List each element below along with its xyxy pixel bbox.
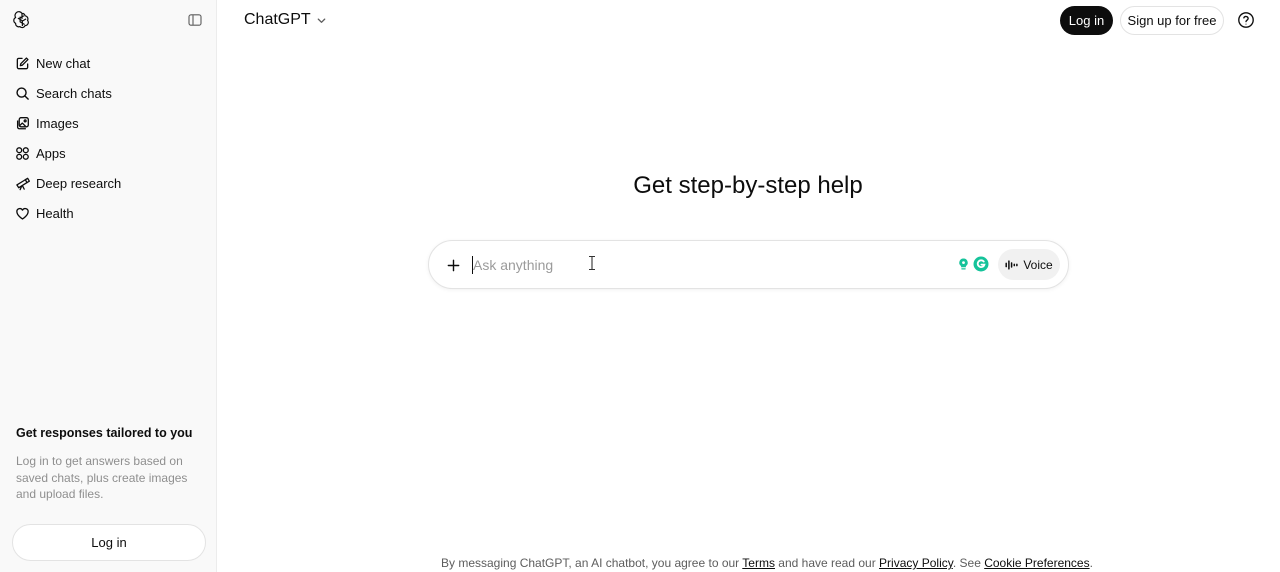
help-icon[interactable]: [1235, 9, 1257, 31]
sidebar-item-label: Search chats: [36, 85, 112, 101]
voice-button[interactable]: Voice: [998, 249, 1060, 280]
sidebar-item-label: Apps: [36, 145, 66, 161]
promo-title: Get responses tailored to you: [16, 426, 193, 440]
sidebar-toggle-icon[interactable]: [185, 10, 205, 30]
composer: Voice: [428, 240, 1069, 289]
ask-input[interactable]: [473, 254, 943, 276]
footer-text: .: [1089, 556, 1093, 570]
sidebar-item-label: New chat: [36, 55, 91, 71]
sidebar-item-deep-research[interactable]: Deep research: [8, 168, 208, 198]
sidebar-item-apps[interactable]: Apps: [8, 138, 208, 168]
voice-waveform-icon: [1005, 259, 1018, 271]
cookie-preferences-link[interactable]: Cookie Preferences: [984, 556, 1089, 570]
page-title: Get step-by-step help: [633, 172, 863, 199]
sidebar-item-new-chat[interactable]: New chat: [8, 48, 208, 78]
telescope-icon: [14, 175, 30, 191]
footer-text: By messaging ChatGPT, an AI chatbot, you…: [441, 556, 743, 570]
login-promo: Get responses tailored to you Log in to …: [16, 424, 201, 503]
privacy-policy-link[interactable]: Privacy Policy: [879, 556, 953, 570]
model-label: ChatGPT: [244, 11, 311, 28]
apps-grid-icon: [14, 145, 30, 161]
chevron-down-icon: [316, 15, 327, 26]
footer-text: and have read our: [774, 556, 880, 570]
extension-icons: [957, 256, 989, 277]
model-selector[interactable]: ChatGPT: [244, 9, 327, 31]
sidebar-item-label: Images: [36, 115, 79, 131]
legal-footer: By messaging ChatGPT, an AI chatbot, you…: [441, 556, 1093, 570]
mouse-ibeam-icon: [587, 255, 597, 271]
sidebar-item-search-chats[interactable]: Search chats: [8, 78, 208, 108]
openai-logo-icon[interactable]: [12, 10, 32, 30]
pencil-square-icon: [14, 55, 30, 71]
sidebar-item-label: Health: [36, 205, 74, 221]
plus-icon[interactable]: [441, 253, 465, 277]
voice-label: Voice: [1023, 257, 1053, 272]
sidebar-login-button[interactable]: Log in: [12, 524, 206, 561]
lightbulb-extension-icon[interactable]: [957, 257, 970, 277]
signup-button[interactable]: Sign up for free: [1120, 6, 1224, 35]
promo-text: Log in to get answers based on saved cha…: [16, 454, 188, 501]
header-login-button[interactable]: Log in: [1060, 6, 1113, 35]
footer-text: . See: [952, 556, 985, 570]
search-icon: [14, 85, 30, 101]
sidebar-nav: New chat Search chats Images Apps Deep r…: [8, 48, 208, 228]
sidebar-item-label: Deep research: [36, 175, 122, 191]
terms-link[interactable]: Terms: [742, 556, 775, 570]
images-icon: [14, 115, 30, 131]
grammarly-icon[interactable]: [973, 256, 989, 277]
sidebar: New chat Search chats Images Apps Deep r…: [0, 0, 217, 572]
sidebar-item-health[interactable]: Health: [8, 198, 208, 228]
sidebar-item-images[interactable]: Images: [8, 108, 208, 138]
heart-icon: [14, 205, 30, 221]
